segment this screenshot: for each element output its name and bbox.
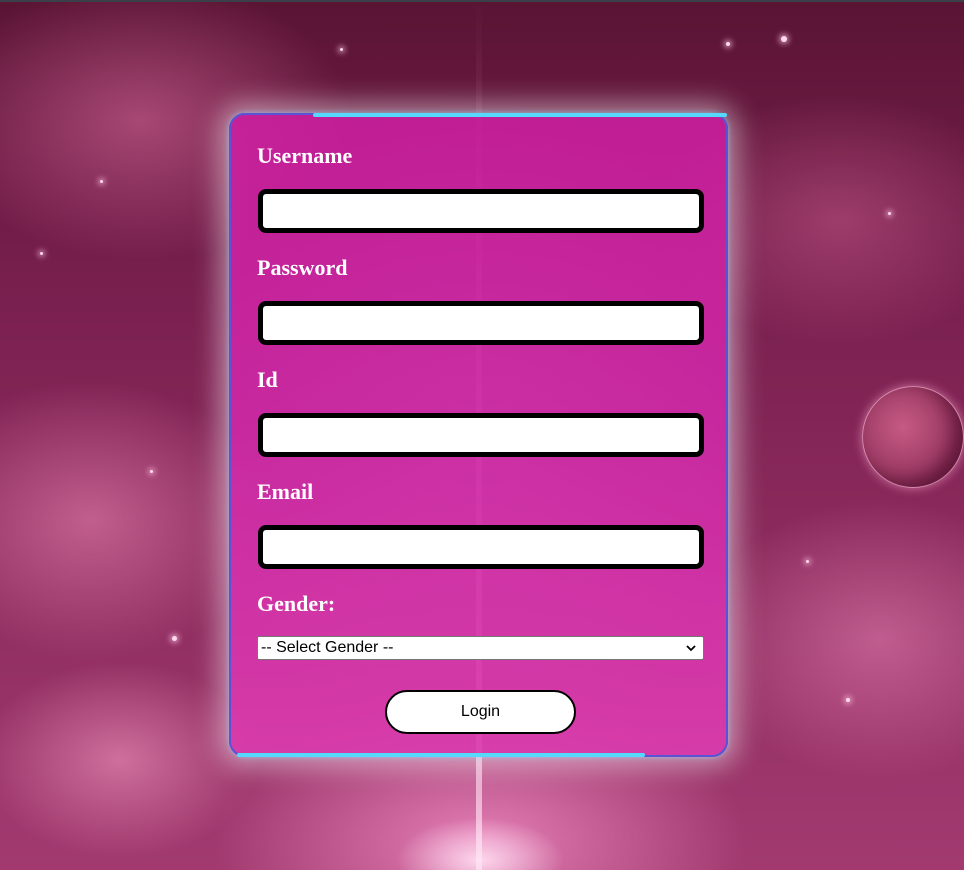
email-input[interactable] xyxy=(258,525,704,569)
password-input[interactable] xyxy=(258,301,704,345)
username-input[interactable] xyxy=(258,189,704,233)
star xyxy=(100,180,103,183)
star xyxy=(726,42,730,46)
id-input[interactable] xyxy=(258,413,704,457)
gender-select[interactable]: -- Select Gender -- xyxy=(257,636,704,660)
chevron-down-icon xyxy=(686,645,696,652)
star xyxy=(846,698,850,702)
password-label: Password xyxy=(257,255,348,280)
page: { "form": { "username_label": "Username"… xyxy=(0,0,964,870)
gender-select-value: -- Select Gender -- xyxy=(261,639,394,656)
id-label: Id xyxy=(257,367,278,392)
planet xyxy=(862,386,964,488)
login-form: Username Password Id Email Gender: -- Se… xyxy=(229,113,728,757)
star xyxy=(806,560,809,563)
star xyxy=(172,636,177,641)
star xyxy=(781,36,787,42)
card-accent-bottom xyxy=(237,753,645,757)
star xyxy=(340,48,343,51)
star xyxy=(888,212,891,215)
login-button[interactable]: Login xyxy=(385,690,576,734)
email-label: Email xyxy=(257,479,314,504)
gender-label: Gender: xyxy=(257,591,336,616)
username-label: Username xyxy=(257,143,353,168)
browser-top-edge xyxy=(0,0,964,2)
card-accent-top xyxy=(313,113,727,117)
star xyxy=(40,252,43,255)
star xyxy=(150,470,153,473)
